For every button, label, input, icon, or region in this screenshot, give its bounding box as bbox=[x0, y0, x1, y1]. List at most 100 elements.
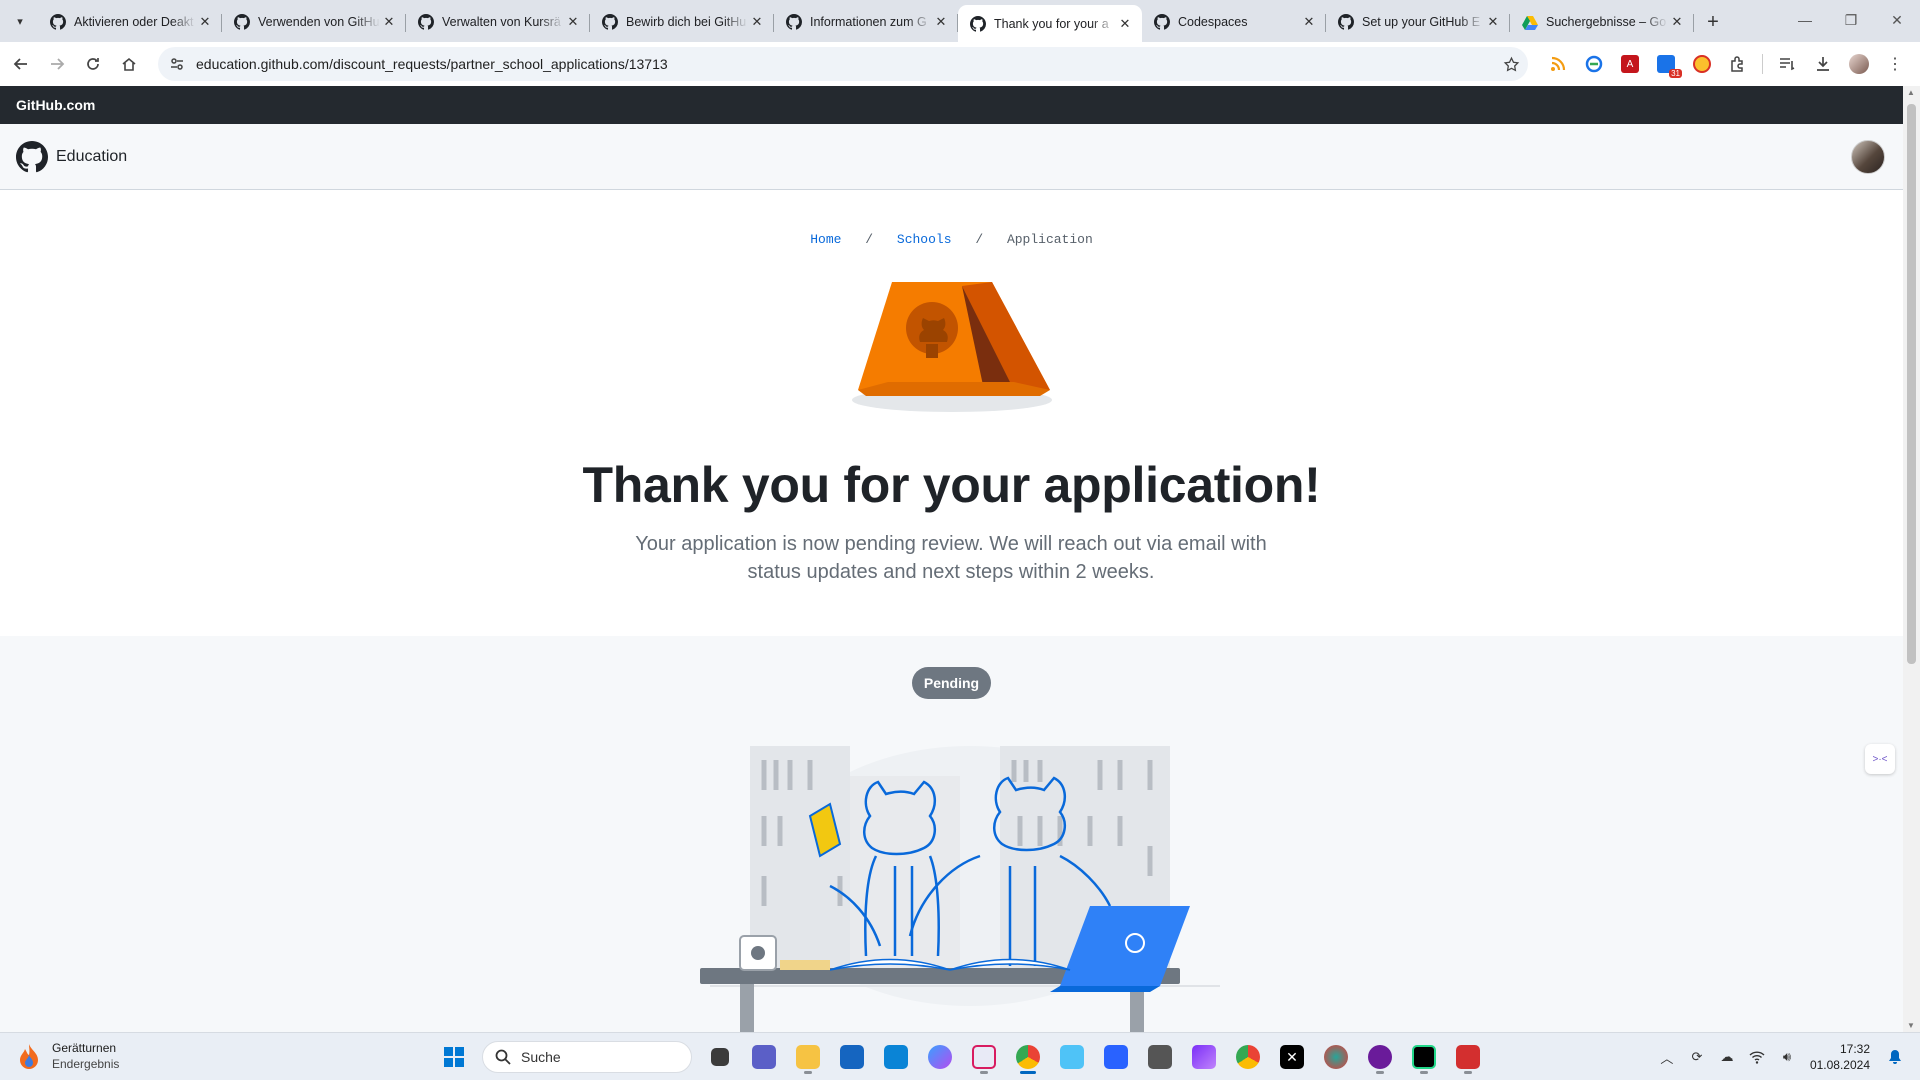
tab-close-icon[interactable]: ✕ bbox=[1300, 13, 1318, 31]
home-button[interactable] bbox=[112, 47, 146, 81]
search-icon bbox=[495, 1049, 511, 1065]
browser-tab[interactable]: Codespaces ✕ bbox=[1142, 5, 1326, 39]
weather-title: Gerätturnen bbox=[52, 1041, 117, 1055]
tab-title: Thank you for your a bbox=[994, 16, 1109, 31]
assistant-side-icon[interactable]: >·< bbox=[1865, 744, 1895, 774]
scrollbar-thumb[interactable] bbox=[1907, 104, 1916, 664]
browser-tab[interactable]: Verwalten von Kursrä ✕ bbox=[406, 5, 590, 39]
sync-icon[interactable]: ⟳ bbox=[1682, 1039, 1712, 1075]
forward-button[interactable] bbox=[40, 47, 74, 81]
status-section: Pending bbox=[0, 636, 1903, 1032]
presentation-app-icon[interactable] bbox=[1446, 1039, 1490, 1075]
tab-close-icon[interactable]: ✕ bbox=[1116, 15, 1134, 33]
teams-icon[interactable] bbox=[742, 1039, 786, 1075]
taskbar-search[interactable]: Suche bbox=[482, 1041, 692, 1073]
store-icon[interactable] bbox=[830, 1039, 874, 1075]
browser-tab[interactable]: Bewirb dich bei GitHu ✕ bbox=[590, 5, 774, 39]
education-title[interactable]: Education bbox=[56, 148, 127, 166]
back-button[interactable] bbox=[4, 47, 38, 81]
tab-title: Aktivieren oder Deakt bbox=[74, 15, 194, 29]
maps-app-icon[interactable] bbox=[1050, 1039, 1094, 1075]
tab-close-icon[interactable]: ✕ bbox=[380, 13, 398, 31]
podcast-app-icon[interactable] bbox=[1358, 1039, 1402, 1075]
browser-tab[interactable]: Aktivieren oder Deakt ✕ bbox=[38, 5, 222, 39]
task-view-icon[interactable] bbox=[698, 1039, 742, 1075]
tab-search-icon[interactable]: ▾ bbox=[6, 7, 34, 35]
system-tray: ︿ ⟳ ☁ 🔊︎ 17:32 01.08.2024 bbox=[1652, 1039, 1910, 1075]
weather-widget[interactable]: Gerätturnen Endergebnis bbox=[18, 1041, 119, 1071]
clock[interactable]: 17:32 01.08.2024 bbox=[1810, 1041, 1870, 1073]
start-button[interactable] bbox=[432, 1039, 476, 1075]
minimize-icon[interactable]: — bbox=[1782, 0, 1828, 40]
clock-time: 17:32 bbox=[1839, 1042, 1870, 1056]
address-bar[interactable]: education.github.com/discount_requests/p… bbox=[158, 47, 1528, 81]
tab-close-icon[interactable]: ✕ bbox=[748, 13, 766, 31]
copilot-icon[interactable] bbox=[918, 1039, 962, 1075]
restore-icon[interactable]: ❐ bbox=[1828, 0, 1874, 40]
github-logo-icon[interactable] bbox=[16, 140, 48, 173]
onedrive-cloud-icon[interactable]: ☁ bbox=[1712, 1039, 1742, 1075]
github-icon bbox=[786, 14, 802, 30]
browser-menu-icon[interactable]: ⋮ bbox=[1877, 50, 1913, 78]
user-avatar[interactable] bbox=[1851, 140, 1885, 174]
site-info-icon[interactable] bbox=[162, 56, 192, 72]
rss-extension-icon[interactable] bbox=[1540, 50, 1576, 78]
snipping-tool-icon[interactable] bbox=[962, 1039, 1006, 1075]
extensions-area: A 31 ⋮ bbox=[1540, 50, 1913, 78]
clipchamp-icon[interactable] bbox=[1182, 1039, 1226, 1075]
bookmark-star-icon[interactable] bbox=[1494, 56, 1528, 73]
grammar-extension-icon[interactable] bbox=[1576, 50, 1612, 78]
download-icon[interactable] bbox=[1805, 50, 1841, 78]
notification-bell-icon[interactable] bbox=[1880, 1039, 1910, 1075]
tab-close-icon[interactable]: ✕ bbox=[1668, 13, 1686, 31]
camera-icon[interactable] bbox=[1138, 1039, 1182, 1075]
browser-tab[interactable]: Informationen zum G ✕ bbox=[774, 5, 958, 39]
github-icon bbox=[970, 15, 986, 32]
close-window-icon[interactable]: ✕ bbox=[1874, 0, 1920, 40]
browser-tab[interactable]: Thank you for your a ✕ bbox=[958, 5, 1142, 42]
browser-tab[interactable]: Suchergebnisse – Go ✕ bbox=[1510, 5, 1694, 39]
profile-avatar-icon[interactable] bbox=[1841, 50, 1877, 78]
windows-taskbar: Gerätturnen Endergebnis Suche ✕ ︿ ⟳ ☁ 🔊︎… bbox=[0, 1032, 1920, 1080]
reading-list-icon[interactable] bbox=[1769, 50, 1805, 78]
volume-icon[interactable]: 🔊︎ bbox=[1772, 1039, 1802, 1075]
file-explorer-icon[interactable] bbox=[786, 1039, 830, 1075]
browser-tab-strip: ▾ Aktivieren oder Deakt ✕ Verwenden von Gi… bbox=[0, 0, 1920, 42]
calendar-badge: 31 bbox=[1669, 69, 1682, 78]
camp-tent-illustration bbox=[852, 282, 1052, 412]
breadcrumb-schools-link[interactable]: Schools bbox=[897, 232, 952, 247]
wifi-icon[interactable] bbox=[1742, 1039, 1772, 1075]
extensions-puzzle-icon[interactable] bbox=[1720, 50, 1756, 78]
github-com-link[interactable]: GitHub.com bbox=[16, 97, 95, 113]
breadcrumb-home-link[interactable]: Home bbox=[810, 232, 841, 247]
webstorm-icon[interactable] bbox=[1402, 1039, 1446, 1075]
pdf-extension-icon[interactable]: A bbox=[1612, 50, 1648, 78]
tab-close-icon[interactable]: ✕ bbox=[196, 13, 214, 31]
chrome-icon[interactable] bbox=[1006, 1039, 1050, 1075]
chrome-profile-icon[interactable] bbox=[1226, 1039, 1270, 1075]
x-app-icon[interactable]: ✕ bbox=[1270, 1039, 1314, 1075]
reload-button[interactable] bbox=[76, 47, 110, 81]
browser-tab[interactable]: Set up your GitHub E ✕ bbox=[1326, 5, 1510, 39]
emoji-extension-icon[interactable] bbox=[1684, 50, 1720, 78]
new-tab-button[interactable]: + bbox=[1698, 7, 1728, 37]
tab-title: Verwenden von GitHu bbox=[258, 15, 380, 29]
education-header: Education bbox=[0, 124, 1903, 190]
scroll-down-icon[interactable]: ▼ bbox=[1907, 1021, 1915, 1030]
clover-app-icon[interactable] bbox=[1314, 1039, 1358, 1075]
browser-tab[interactable]: Verwenden von GitHu ✕ bbox=[222, 5, 406, 39]
status-description: Your application is now pending review. … bbox=[635, 533, 1267, 583]
application-confirmation: Home / Schools / Application Thank you f… bbox=[0, 190, 1903, 636]
scroll-up-icon[interactable]: ▲ bbox=[1907, 88, 1915, 97]
url-text[interactable]: education.github.com/discount_requests/p… bbox=[196, 56, 1494, 72]
tab-close-icon[interactable]: ✕ bbox=[1484, 13, 1502, 31]
remote-desktop-icon[interactable] bbox=[874, 1039, 918, 1075]
calendar-extension-icon[interactable]: 31 bbox=[1648, 50, 1684, 78]
tab-close-icon[interactable]: ✕ bbox=[564, 13, 582, 31]
tray-overflow-chevron-icon[interactable]: ︿ bbox=[1652, 1039, 1682, 1075]
page-scrollbar[interactable]: ▲ ▼ bbox=[1903, 86, 1920, 1032]
tab-close-icon[interactable]: ✕ bbox=[932, 13, 950, 31]
status-badge: Pending bbox=[912, 667, 991, 699]
quick-assist-icon[interactable] bbox=[1094, 1039, 1138, 1075]
reload-icon bbox=[87, 58, 99, 70]
